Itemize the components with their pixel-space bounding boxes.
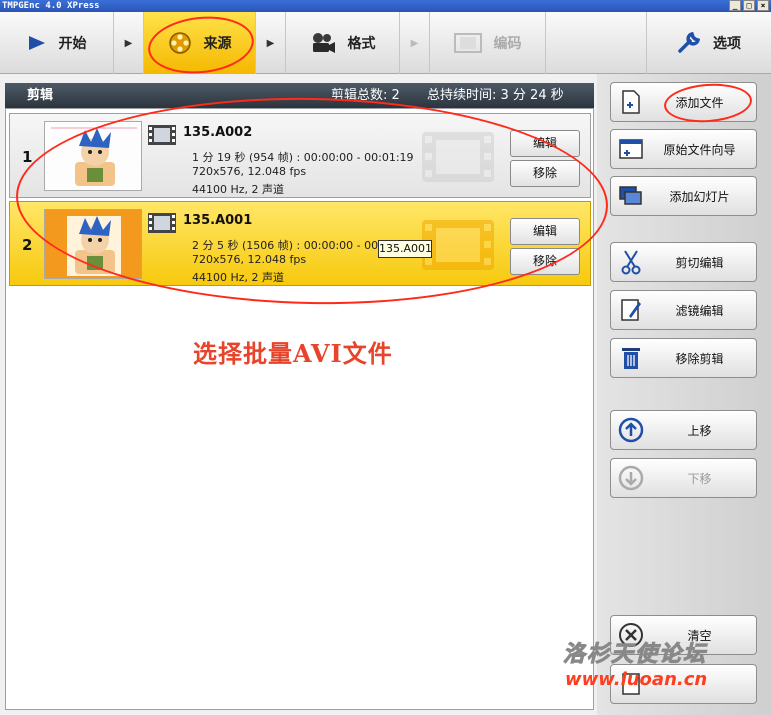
wrench-icon bbox=[677, 31, 701, 55]
total-duration: 总持续时间: 3 分 24 秒 bbox=[427, 88, 564, 103]
format-step-button[interactable]: 格式 bbox=[286, 12, 400, 74]
play-icon bbox=[27, 34, 47, 52]
arrow-down-icon bbox=[611, 459, 651, 497]
options-label: 选项 bbox=[713, 36, 741, 52]
scissors-icon bbox=[611, 243, 651, 281]
start-step-label: 开始 bbox=[58, 36, 87, 52]
move-up-button[interactable]: 上移 bbox=[610, 410, 757, 450]
remove-clip-button[interactable]: 移除剪辑 bbox=[610, 338, 757, 378]
add-file-icon bbox=[611, 83, 651, 121]
add-slideshow-button[interactable]: 添加幻灯片 bbox=[610, 176, 757, 216]
main-toolbar: 开始 ▶ 来源 ▶ 格式 ▶ 编码 选项 bbox=[0, 12, 771, 74]
slideshow-icon bbox=[611, 177, 651, 215]
arrow-up-icon bbox=[611, 411, 651, 449]
add-slideshow-label: 添加幻灯片 bbox=[669, 189, 730, 204]
window-title: TMPGEnc 4.0 XPress bbox=[2, 1, 100, 11]
wizard-window-icon bbox=[611, 130, 651, 168]
forum-watermark: 洛杉天使论坛 www.luoan.cn bbox=[562, 636, 708, 691]
step-arrow-2: ▶ bbox=[256, 12, 286, 74]
format-step-label: 格式 bbox=[347, 36, 376, 52]
film-strip-icon bbox=[453, 33, 482, 53]
window-controls: _ □ × bbox=[729, 0, 769, 11]
window-titlebar: TMPGEnc 4.0 XPress _ □ × bbox=[0, 0, 771, 12]
move-down-button[interactable]: 下移 bbox=[610, 458, 757, 498]
trash-icon bbox=[611, 339, 651, 377]
cut-edit-label: 剪切编辑 bbox=[675, 255, 724, 270]
minimize-button[interactable]: _ bbox=[729, 0, 741, 11]
step-arrow-1: ▶ bbox=[114, 12, 144, 74]
annotation-caption: 选择批量AVI文件 bbox=[193, 339, 393, 368]
remove-clip-label: 移除剪辑 bbox=[675, 351, 724, 366]
move-up-label: 上移 bbox=[687, 423, 712, 438]
right-sidebar: 添加文件 原始文件向导 添加幻灯片 剪切编辑 滤镜编辑 移除剪辑 上移 下移 清… bbox=[597, 74, 771, 715]
encode-step-label: 编码 bbox=[493, 36, 522, 52]
filter-edit-label: 滤镜编辑 bbox=[675, 303, 724, 318]
options-button[interactable]: 选项 bbox=[646, 12, 771, 74]
encode-step-button[interactable]: 编码 bbox=[430, 12, 546, 74]
clip-index: 2 bbox=[22, 236, 33, 254]
filter-edit-button[interactable]: 滤镜编辑 bbox=[610, 290, 757, 330]
source-wizard-button[interactable]: 原始文件向导 bbox=[610, 129, 757, 169]
movie-camera-icon bbox=[310, 31, 336, 55]
step-arrow-3: ▶ bbox=[400, 12, 430, 74]
maximize-button[interactable]: □ bbox=[743, 0, 755, 11]
move-down-label: 下移 bbox=[687, 471, 712, 486]
source-wizard-label: 原始文件向导 bbox=[663, 142, 736, 157]
start-step-button[interactable]: 开始 bbox=[0, 12, 114, 74]
watermark-name: 洛杉天使论坛 bbox=[562, 642, 708, 668]
close-button[interactable]: × bbox=[757, 0, 769, 11]
cut-edit-button[interactable]: 剪切编辑 bbox=[610, 242, 757, 282]
clip-list-title: 剪辑 bbox=[27, 88, 54, 103]
watermark-url: www.luoan.cn bbox=[565, 669, 708, 690]
pencil-page-icon bbox=[611, 291, 651, 329]
